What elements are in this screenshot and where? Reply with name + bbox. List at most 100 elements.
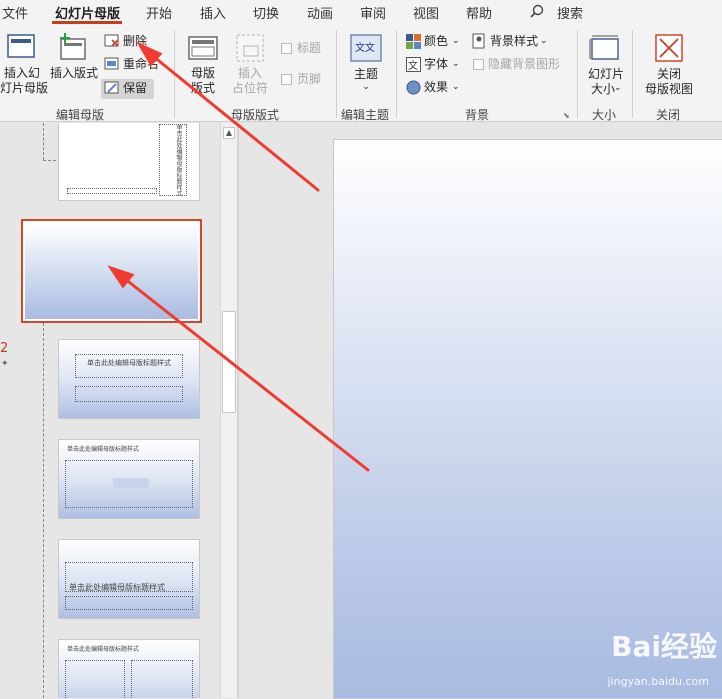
content-icons bbox=[113, 478, 149, 488]
thumbnail-scrollbar[interactable]: ▲ bbox=[220, 123, 237, 698]
group-label-size: 大小 bbox=[592, 108, 617, 122]
layout-thumbnail-content[interactable]: 单击此处编辑母版标题样式 bbox=[58, 439, 200, 519]
watermark-brand: Bai经验 bbox=[611, 630, 717, 663]
tab-home[interactable]: 开始 bbox=[146, 3, 172, 22]
slide-editing-canvas[interactable] bbox=[239, 123, 722, 699]
group-separator bbox=[632, 30, 633, 118]
effects-label: 效果 bbox=[424, 80, 449, 94]
group-separator bbox=[336, 30, 337, 118]
footer-checkbox[interactable] bbox=[281, 74, 292, 85]
svg-text:文文: 文文 bbox=[355, 41, 375, 54]
placeholder-box bbox=[131, 660, 193, 698]
background-styles-chevron-icon: ⌄ bbox=[540, 36, 548, 46]
tab-help[interactable]: 帮助 bbox=[466, 3, 492, 22]
background-styles-icon bbox=[472, 33, 485, 49]
delete-slide-icon bbox=[104, 34, 119, 47]
fonts-icon: 文 bbox=[406, 57, 421, 72]
tree-line bbox=[43, 323, 44, 698]
thumbnail-title: 单击此处编辑母版标题样式 bbox=[69, 583, 165, 592]
slide-size-label-1: 幻灯片 bbox=[587, 67, 624, 81]
group-label-master-layout: 母版版式 bbox=[231, 108, 280, 122]
rename-label: 重命名 bbox=[123, 57, 160, 71]
fonts-label: 字体 bbox=[424, 57, 449, 71]
footer-checkbox-label: 页脚 bbox=[297, 72, 322, 86]
insert-placeholder-icon bbox=[236, 34, 264, 62]
group-separator bbox=[396, 30, 397, 118]
thumbnail-title: 单击此处编辑母版标题样式 bbox=[175, 124, 182, 196]
group-label-background: 背景 bbox=[465, 108, 490, 122]
group-label-edit-master: 编辑母版 bbox=[56, 108, 105, 122]
hide-background-label: 隐藏背景图形 bbox=[488, 57, 561, 71]
scroll-up-arrow-icon[interactable]: ▲ bbox=[223, 127, 235, 139]
rename-icon bbox=[104, 57, 119, 70]
group-separator bbox=[577, 30, 578, 118]
placeholder-box bbox=[75, 386, 183, 402]
tab-transitions[interactable]: 切换 bbox=[253, 3, 279, 22]
theme-dropdown-chevron-icon: ⌄ bbox=[362, 82, 370, 92]
slide-master-preview bbox=[25, 223, 198, 319]
insert-master-label-1: 插入幻 bbox=[3, 66, 40, 80]
tab-review[interactable]: 审阅 bbox=[360, 3, 386, 22]
pin-icon: ✦ bbox=[1, 359, 9, 369]
slide-master-canvas[interactable] bbox=[333, 139, 722, 699]
title-checkbox-label: 标题 bbox=[297, 41, 322, 55]
background-styles-label: 背景样式 bbox=[490, 34, 539, 48]
slide-thumbnail-pane[interactable]: 单击此处编辑母版标题样式 2 ✦ 单击此处编辑母版标题样式 单击此处编辑母版标题… bbox=[0, 123, 220, 698]
layout-thumbnail-title[interactable]: 单击此处编辑母版标题样式 bbox=[58, 339, 200, 419]
layout-thumbnail-two-content[interactable]: 单击此处编辑母版标题样式 bbox=[58, 639, 200, 698]
scrollbar-thumb[interactable] bbox=[222, 311, 236, 413]
hide-background-checkbox[interactable] bbox=[473, 59, 484, 70]
watermark-url: jingyan.baidu.com bbox=[607, 675, 709, 688]
slide-master-icon bbox=[7, 34, 35, 58]
close-master-label-1: 关闭 bbox=[656, 67, 681, 81]
tab-insert[interactable]: 插入 bbox=[200, 3, 226, 22]
preserve-pin-icon bbox=[104, 81, 119, 94]
colors-label: 颜色 bbox=[424, 34, 449, 48]
colors-chevron-icon: ⌄ bbox=[452, 36, 460, 46]
tab-view[interactable]: 视图 bbox=[413, 3, 439, 22]
ribbon-tab-bar: 文件 幻灯片母版 开始 插入 切换 动画 审阅 视图 帮助 搜索 bbox=[0, 0, 722, 24]
tab-animations[interactable]: 动画 bbox=[307, 3, 333, 22]
tree-line bbox=[43, 123, 44, 160]
preserve-label: 保留 bbox=[123, 81, 148, 95]
placeholder-box bbox=[67, 188, 157, 194]
background-dialog-launcher-icon[interactable]: ⬊ bbox=[563, 108, 570, 123]
colors-icon bbox=[406, 34, 421, 49]
close-master-label-2: 母版视图 bbox=[644, 82, 693, 96]
tree-line bbox=[43, 160, 56, 161]
ribbon: 插入幻 灯片母版 插入版式 删除 重命名 保留 编辑母版 母版 版式 插入 占位… bbox=[0, 24, 722, 122]
thumbnail-title: 单击此处编辑母版标题样式 bbox=[67, 446, 140, 453]
master-layout-label-1: 母版 bbox=[190, 66, 215, 80]
group-label-edit-theme: 编辑主题 bbox=[341, 108, 390, 122]
master-layout-icon bbox=[188, 36, 218, 60]
slide-size-icon bbox=[589, 35, 619, 60]
delete-label: 删除 bbox=[123, 34, 148, 48]
placeholder-box bbox=[65, 660, 125, 698]
layout-thumbnail-vertical[interactable]: 单击此处编辑母版标题样式 bbox=[58, 123, 200, 201]
effects-icon bbox=[406, 80, 421, 95]
effects-chevron-icon: ⌄ bbox=[452, 82, 460, 92]
insert-placeholder-label-2: 占位符 bbox=[231, 81, 268, 95]
insert-layout-label: 插入版式 bbox=[49, 66, 98, 80]
slide-number: 2 bbox=[0, 341, 9, 356]
search-icon[interactable] bbox=[530, 4, 544, 18]
slide-size-chevron-icon: ⌄ bbox=[614, 83, 622, 93]
thumbnail-title: 单击此处编辑母版标题样式 bbox=[67, 646, 140, 653]
layout-thumbnail-section[interactable]: 单击此处编辑母版标题样式 bbox=[58, 539, 200, 619]
search-label[interactable]: 搜索 bbox=[557, 3, 583, 22]
tab-file[interactable]: 文件 bbox=[2, 3, 28, 22]
fonts-chevron-icon: ⌄ bbox=[452, 59, 460, 69]
placeholder-box bbox=[65, 596, 193, 610]
insert-placeholder-label-1: 插入 bbox=[237, 66, 262, 80]
tab-slide-master[interactable]: 幻灯片母版 bbox=[55, 3, 120, 22]
group-separator bbox=[174, 30, 175, 118]
baidu-jingyan-watermark: Bai经验 jingyan.baidu.com bbox=[553, 625, 722, 698]
slide-master-thumbnail-selected[interactable] bbox=[21, 219, 202, 323]
thumbnail-title: 单击此处编辑母版标题样式 bbox=[87, 359, 171, 367]
insert-layout-icon bbox=[60, 33, 86, 60]
insert-master-label-2: 灯片母版 bbox=[0, 81, 49, 95]
svg-text:文: 文 bbox=[408, 59, 418, 72]
close-master-icon bbox=[655, 34, 683, 62]
title-checkbox[interactable] bbox=[281, 43, 292, 54]
master-layout-label-2: 版式 bbox=[190, 81, 215, 95]
